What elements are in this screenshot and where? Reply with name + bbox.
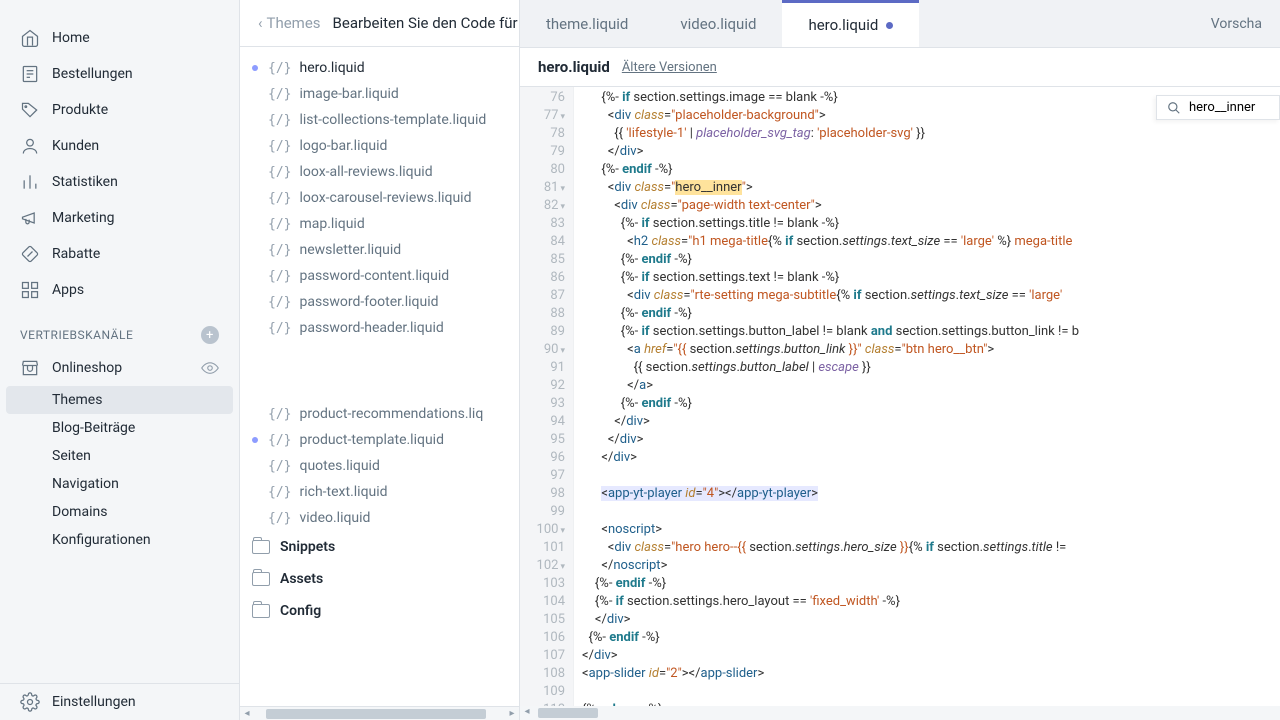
file-hero.liquid[interactable]: {/}hero.liquid <box>240 55 519 81</box>
tab-theme.liquid[interactable]: theme.liquid <box>520 0 654 47</box>
sidebar-item-produkte[interactable]: Produkte <box>0 92 239 128</box>
file-logo-bar.liquid[interactable]: {/}logo-bar.liquid <box>240 133 519 159</box>
stats-icon <box>20 172 40 192</box>
file-list-collections-template.liquid[interactable]: {/}list-collections-template.liquid <box>240 107 519 133</box>
liquid-icon: {/} <box>268 139 291 154</box>
older-versions-link[interactable]: Ältere Versionen <box>622 60 717 75</box>
code-content[interactable]: {%- if section.settings.image == blank -… <box>574 87 1280 706</box>
liquid-icon: {/} <box>268 295 291 310</box>
sidebar-sub-blog-beiträge[interactable]: Blog-Beiträge <box>0 414 239 442</box>
liquid-icon: {/} <box>268 165 291 180</box>
channels-heading: VERTRIEBSKANÄLE + <box>0 308 239 350</box>
file-newsletter.liquid[interactable]: {/}newsletter.liquid <box>240 237 519 263</box>
file-password-content.liquid[interactable]: {/}password-content.liquid <box>240 263 519 289</box>
folder-icon <box>252 572 270 586</box>
liquid-icon: {/} <box>268 217 291 232</box>
file-product-recommendations.liq[interactable]: {/}product-recommendations.liq <box>240 401 519 427</box>
liquid-icon: {/} <box>268 485 291 500</box>
liquid-icon: {/} <box>268 243 291 258</box>
liquid-icon: {/} <box>268 191 291 206</box>
folder-icon <box>252 604 270 618</box>
file-video.liquid[interactable]: {/}video.liquid <box>240 505 519 531</box>
unsaved-dot-icon <box>886 22 893 29</box>
editor-search[interactable] <box>1156 95 1280 120</box>
file-password-header.liquid[interactable]: {/}password-header.liquid <box>240 315 519 341</box>
liquid-icon: {/} <box>268 433 291 448</box>
file-image-bar.liquid[interactable]: {/}image-bar.liquid <box>240 81 519 107</box>
tab-hero.liquid[interactable]: hero.liquid <box>782 0 919 47</box>
sidebar-sub-themes[interactable]: Themes <box>6 386 233 414</box>
apps-icon <box>20 280 40 300</box>
file-tree-hscroll[interactable]: ◂▸ <box>240 706 519 720</box>
file-rich-text.liquid[interactable]: {/}rich-text.liquid <box>240 479 519 505</box>
eye-icon[interactable] <box>201 359 219 377</box>
file-list[interactable]: {/}hero.liquid{/}image-bar.liquid{/}list… <box>240 47 519 706</box>
preview-link[interactable]: Vorscha <box>1193 0 1280 47</box>
liquid-icon: {/} <box>268 459 291 474</box>
code-hscroll[interactable]: ◂ <box>520 706 1280 720</box>
line-gutter: 7677787980818283848586878889909192939495… <box>520 87 574 706</box>
sidebar-channel-onlineshop[interactable]: Onlineshop <box>0 350 239 386</box>
add-channel-icon[interactable]: + <box>201 326 219 344</box>
discount-icon <box>20 244 40 264</box>
file-loox-carousel-reviews.liquid[interactable]: {/}loox-carousel-reviews.liquid <box>240 185 519 211</box>
store-icon <box>20 358 40 378</box>
main-sidebar: HomeBestellungenProdukteKundenStatistike… <box>0 0 240 720</box>
breadcrumb: ‹ Themes Bearbeiten Sie den Code für Deb… <box>240 0 519 47</box>
tag-icon <box>20 100 40 120</box>
code-editor-panel: theme.liquidvideo.liquidhero.liquidVorsc… <box>520 0 1280 720</box>
sidebar-item-marketing[interactable]: Marketing <box>0 200 239 236</box>
megaphone-icon <box>20 208 40 228</box>
liquid-icon: {/} <box>268 87 291 102</box>
editor-tabs: theme.liquidvideo.liquidhero.liquid Vorsc… <box>520 0 1280 48</box>
file-quotes.liquid[interactable]: {/}quotes.liquid <box>240 453 519 479</box>
modified-dot-icon <box>252 65 258 71</box>
sidebar-item-statistiken[interactable]: Statistiken <box>0 164 239 200</box>
editor-filebar: hero.liquid Ältere Versionen <box>520 48 1280 87</box>
breadcrumb-title: Bearbeiten Sie den Code für Debut <box>333 14 519 32</box>
sidebar-sub-konfigurationen[interactable]: Konfigurationen <box>0 526 239 554</box>
folder-assets[interactable]: Assets <box>240 563 519 595</box>
file-password-footer.liquid[interactable]: {/}password-footer.liquid <box>240 289 519 315</box>
user-icon <box>20 136 40 156</box>
gear-icon <box>20 692 40 712</box>
current-file-name: hero.liquid <box>538 58 610 76</box>
file-product-template.liquid[interactable]: {/}product-template.liquid <box>240 427 519 453</box>
search-icon <box>1167 101 1181 115</box>
file-tree-panel: ‹ Themes Bearbeiten Sie den Code für Deb… <box>240 0 520 720</box>
liquid-icon: {/} <box>268 321 291 336</box>
liquid-icon: {/} <box>268 269 291 284</box>
liquid-icon: {/} <box>268 407 291 422</box>
sidebar-item-apps[interactable]: Apps <box>0 272 239 308</box>
file-map.liquid[interactable]: {/}map.liquid <box>240 211 519 237</box>
tab-video.liquid[interactable]: video.liquid <box>654 0 782 47</box>
sidebar-sub-seiten[interactable]: Seiten <box>0 442 239 470</box>
home-icon <box>20 28 40 48</box>
sidebar-sub-navigation[interactable]: Navigation <box>0 470 239 498</box>
orders-icon <box>20 64 40 84</box>
breadcrumb-back[interactable]: ‹ Themes <box>258 14 321 32</box>
sidebar-item-home[interactable]: Home <box>0 20 239 56</box>
file-loox-all-reviews.liquid[interactable]: {/}loox-all-reviews.liquid <box>240 159 519 185</box>
sidebar-item-rabatte[interactable]: Rabatte <box>0 236 239 272</box>
search-input[interactable] <box>1189 100 1269 115</box>
code-area[interactable]: 7677787980818283848586878889909192939495… <box>520 87 1280 706</box>
sidebar-item-bestellungen[interactable]: Bestellungen <box>0 56 239 92</box>
folder-config[interactable]: Config <box>240 595 519 627</box>
liquid-icon: {/} <box>268 113 291 128</box>
sidebar-item-kunden[interactable]: Kunden <box>0 128 239 164</box>
liquid-icon: {/} <box>268 511 291 526</box>
folder-snippets[interactable]: Snippets <box>240 531 519 563</box>
modified-dot-icon <box>252 437 258 443</box>
sidebar-sub-domains[interactable]: Domains <box>0 498 239 526</box>
liquid-icon: {/} <box>268 61 291 76</box>
sidebar-settings[interactable]: Einstellungen <box>0 684 239 720</box>
folder-icon <box>252 540 270 554</box>
